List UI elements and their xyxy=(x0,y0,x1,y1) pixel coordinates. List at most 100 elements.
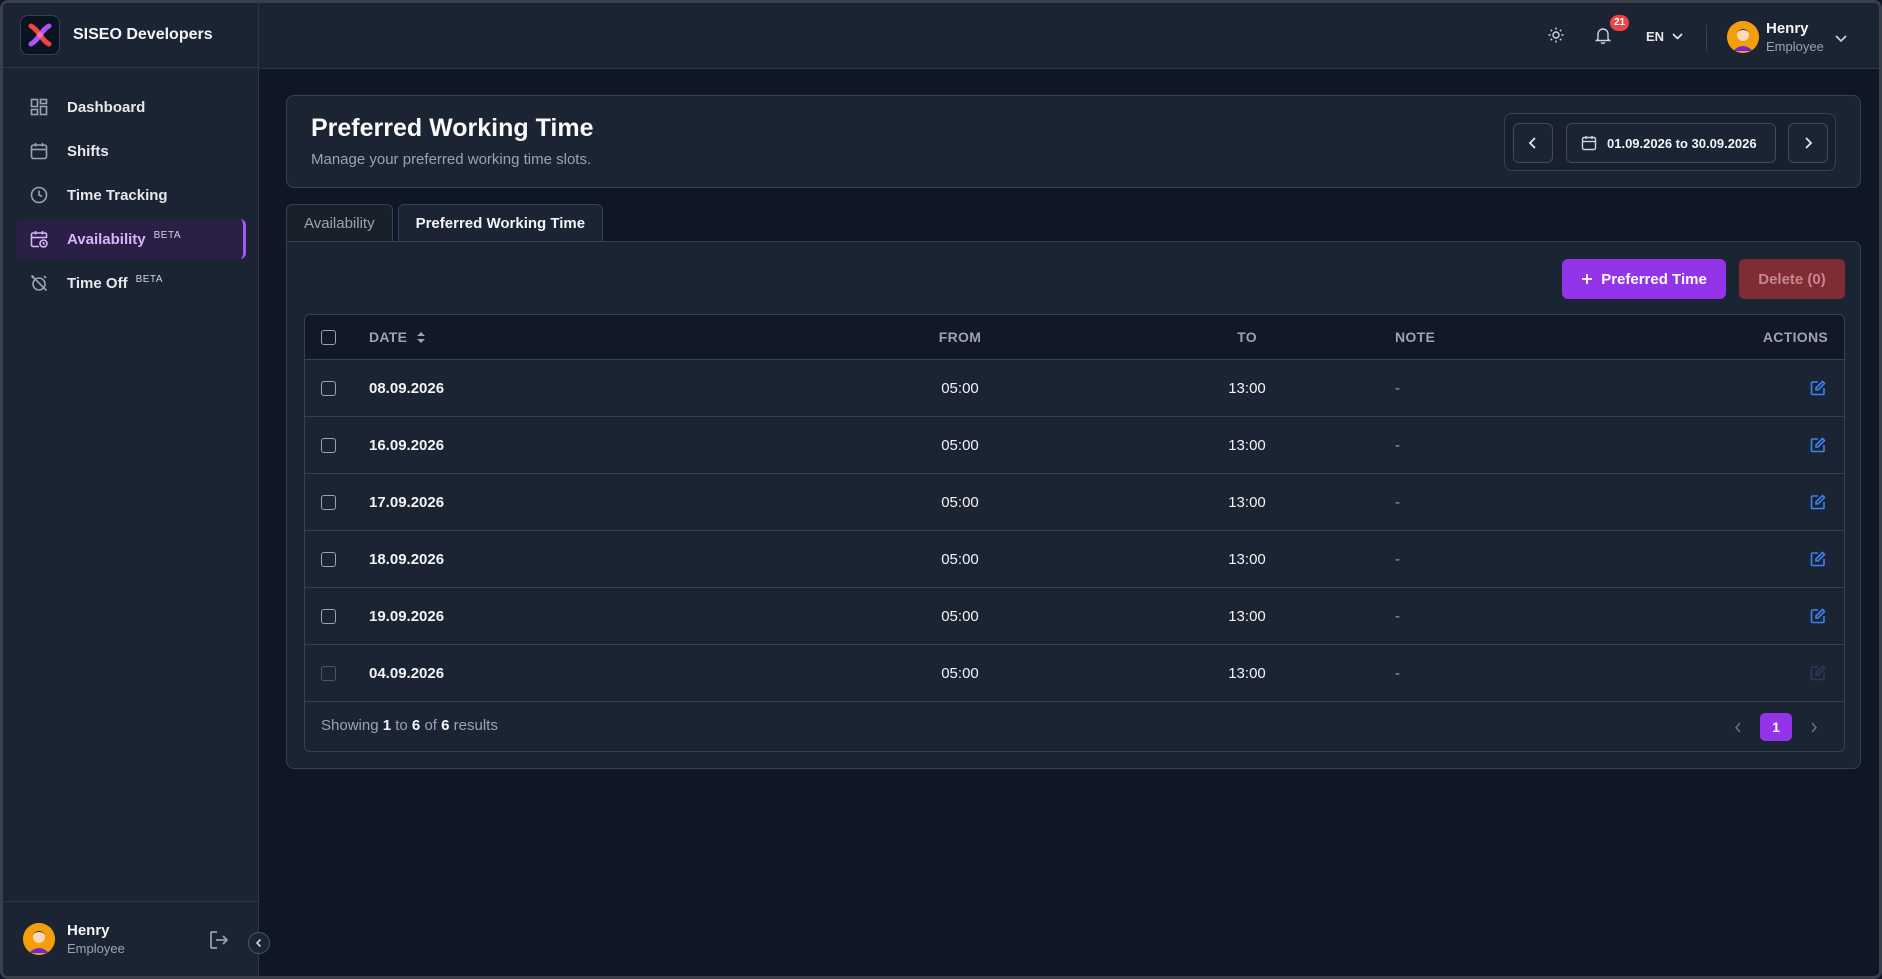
sidebar-item-dashboard[interactable]: Dashboard xyxy=(16,87,246,127)
sidebar-item-label: Time Off xyxy=(67,274,128,292)
sidebar-item-label: Availability xyxy=(67,230,146,248)
date-range-picker[interactable]: 01.09.2026 to 30.09.2026 xyxy=(1566,123,1776,163)
pagination: 1 xyxy=(1734,713,1818,741)
date-range-navigator: 01.09.2026 to 30.09.2026 xyxy=(1504,113,1836,171)
page-header: Preferred Working Time Manage your prefe… xyxy=(286,95,1861,188)
app-window: SISEO Developers Dashboard Shifts Time T… xyxy=(0,0,1882,979)
table-row: 04.09.2026 05:00 13:00 - xyxy=(305,645,1844,702)
avatar xyxy=(1727,21,1759,53)
row-checkbox[interactable] xyxy=(321,608,336,624)
add-preferred-time-button[interactable]: Preferred Time xyxy=(1562,259,1726,299)
row-checkbox[interactable] xyxy=(321,551,336,567)
row-date: 19.09.2026 xyxy=(369,607,445,625)
column-label: DATE xyxy=(369,329,408,345)
language-selector[interactable]: EN xyxy=(1646,29,1683,44)
user-menu[interactable]: Henry Employee xyxy=(1727,20,1824,54)
avatar[interactable] xyxy=(23,923,55,955)
row-date: 17.09.2026 xyxy=(369,493,445,511)
column-date-header[interactable]: DATE xyxy=(369,315,426,359)
tab-preferred-working-time[interactable]: Preferred Working Time xyxy=(397,204,604,242)
table-row: 17.09.2026 05:00 13:00 - xyxy=(305,474,1844,531)
column-to-header: TO xyxy=(1237,329,1257,345)
sidebar-item-label: Shifts xyxy=(67,142,109,160)
user-role: Employee xyxy=(1766,39,1824,54)
sidebar-user: Henry Employee xyxy=(3,901,259,976)
next-period-button[interactable] xyxy=(1788,123,1828,163)
edit-icon[interactable] xyxy=(1810,608,1826,624)
preferred-time-panel: Preferred Time Delete (0) DATE FROM TO N… xyxy=(286,241,1861,769)
calendar-icon xyxy=(29,141,49,161)
edit-icon[interactable] xyxy=(1810,665,1826,681)
row-to: 13:00 xyxy=(1228,493,1266,511)
sidebar: SISEO Developers Dashboard Shifts Time T… xyxy=(3,3,259,976)
row-date: 04.09.2026 xyxy=(369,664,445,682)
row-checkbox[interactable] xyxy=(321,665,336,681)
row-to: 13:00 xyxy=(1228,436,1266,454)
topbar: 21 EN Henry Employee xyxy=(259,3,1879,69)
language-label: EN xyxy=(1646,29,1665,44)
sidebar-item-shifts[interactable]: Shifts xyxy=(16,131,246,171)
row-note: - xyxy=(1395,664,1400,682)
tab-bar: Availability Preferred Working Time xyxy=(286,204,604,242)
preferred-time-table: DATE FROM TO NOTE ACTIONS 08.09.2026 05:… xyxy=(304,314,1845,752)
chevron-left-icon xyxy=(255,938,262,948)
row-date: 18.09.2026 xyxy=(369,550,445,568)
logout-icon[interactable] xyxy=(208,929,230,956)
results-summary: Showing 1 to 6 of 6 results xyxy=(321,717,498,734)
edit-icon[interactable] xyxy=(1810,494,1826,510)
table-row: 08.09.2026 05:00 13:00 - xyxy=(305,360,1844,417)
sort-icon xyxy=(417,331,426,343)
edit-icon[interactable] xyxy=(1810,380,1826,396)
row-date: 16.09.2026 xyxy=(369,436,445,454)
dashboard-icon xyxy=(29,97,49,117)
edit-icon[interactable] xyxy=(1810,437,1826,453)
chevron-down-icon[interactable] xyxy=(1835,30,1847,48)
calendar-clock-icon xyxy=(29,229,49,249)
user-name: Henry xyxy=(1766,20,1809,37)
theme-toggle-sun-icon[interactable] xyxy=(1548,27,1564,48)
row-from: 05:00 xyxy=(941,550,979,568)
page-title: Preferred Working Time xyxy=(311,114,594,142)
sidebar-item-label: Time Tracking xyxy=(67,186,168,204)
table-row: 18.09.2026 05:00 13:00 - xyxy=(305,531,1844,588)
row-from: 05:00 xyxy=(941,436,979,454)
chevron-left-icon[interactable] xyxy=(1734,722,1742,733)
row-checkbox[interactable] xyxy=(321,380,336,396)
date-range-label: 01.09.2026 to 30.09.2026 xyxy=(1607,135,1757,151)
table-footer: Showing 1 to 6 of 6 results 1 xyxy=(305,702,1844,750)
delete-selected-button[interactable]: Delete (0) xyxy=(1739,259,1845,299)
select-all-checkbox[interactable] xyxy=(321,329,336,345)
divider xyxy=(1706,25,1707,51)
row-to: 13:00 xyxy=(1228,664,1266,682)
edit-icon[interactable] xyxy=(1810,551,1826,567)
brand[interactable]: SISEO Developers xyxy=(3,3,258,68)
sidebar-item-availability[interactable]: Availability BETA xyxy=(16,219,246,259)
bell-icon[interactable] xyxy=(1594,27,1612,49)
collapse-sidebar-button[interactable] xyxy=(248,932,270,954)
page-button-current[interactable]: 1 xyxy=(1760,713,1792,741)
row-checkbox[interactable] xyxy=(321,437,336,453)
row-note: - xyxy=(1395,379,1400,397)
add-preferred-time-label: Preferred Time xyxy=(1601,270,1707,288)
column-actions-header: ACTIONS xyxy=(1762,329,1828,345)
sidebar-item-time-tracking[interactable]: Time Tracking xyxy=(16,175,246,215)
sidebar-item-time-off[interactable]: Time Off BETA xyxy=(16,263,246,303)
calendar-icon xyxy=(1581,136,1597,151)
row-checkbox[interactable] xyxy=(321,494,336,510)
sidebar-nav: Dashboard Shifts Time Tracking Availabil… xyxy=(3,68,258,303)
chevron-down-icon xyxy=(1672,33,1683,40)
row-note: - xyxy=(1395,436,1400,454)
beta-badge: BETA xyxy=(153,229,182,241)
chevron-right-icon[interactable] xyxy=(1810,722,1818,733)
company-name: SISEO Developers xyxy=(73,26,213,43)
row-from: 05:00 xyxy=(941,607,979,625)
column-from-header: FROM xyxy=(938,329,982,345)
clock-icon xyxy=(29,185,49,205)
table-row: 19.09.2026 05:00 13:00 - xyxy=(305,588,1844,645)
row-from: 05:00 xyxy=(941,379,979,397)
tab-availability[interactable]: Availability xyxy=(286,204,393,242)
user-role: Employee xyxy=(67,941,125,956)
previous-period-button[interactable] xyxy=(1513,123,1553,163)
alarm-off-icon xyxy=(29,273,49,293)
chevron-left-icon xyxy=(1528,137,1536,149)
